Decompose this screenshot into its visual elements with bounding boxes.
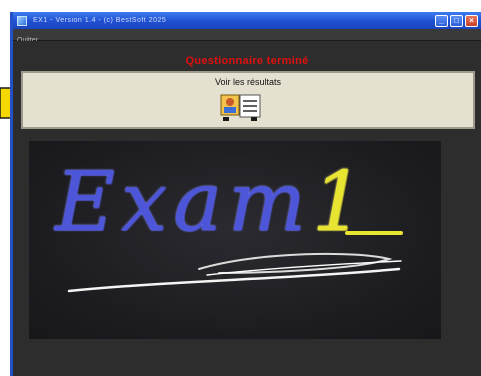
maximize-button[interactable]: □ (450, 14, 463, 27)
screen: EX1 - Version 1.4 - (c) BestSoft 2025 _ … (0, 0, 481, 376)
menu-bar: Quitter (13, 29, 481, 44)
main-content: Questionnaire terminé Voir les résultats (13, 41, 481, 376)
report-icon (220, 94, 261, 121)
app-window: EX1 - Version 1.4 - (c) BestSoft 2025 _ … (10, 12, 481, 376)
app-icon (17, 15, 27, 26)
window-title: EX1 - Version 1.4 - (c) BestSoft 2025 (33, 17, 167, 24)
results-label: Voir les résultats (214, 77, 282, 87)
window-controls: _ □ × (435, 14, 478, 27)
minimize-button[interactable]: _ (435, 14, 448, 27)
exam1-logo: Exam1 (29, 141, 441, 339)
close-button[interactable]: × (465, 14, 478, 27)
logo-word: Exam (55, 155, 312, 250)
status-heading: Questionnaire terminé (185, 55, 309, 67)
logo-digit: 1 (311, 155, 370, 250)
view-results-button[interactable] (219, 93, 265, 123)
results-panel: Voir les résultats (21, 71, 475, 129)
logo-text: Exam1 (55, 155, 370, 250)
title-bar[interactable]: EX1 - Version 1.4 - (c) BestSoft 2025 _ … (13, 12, 481, 29)
